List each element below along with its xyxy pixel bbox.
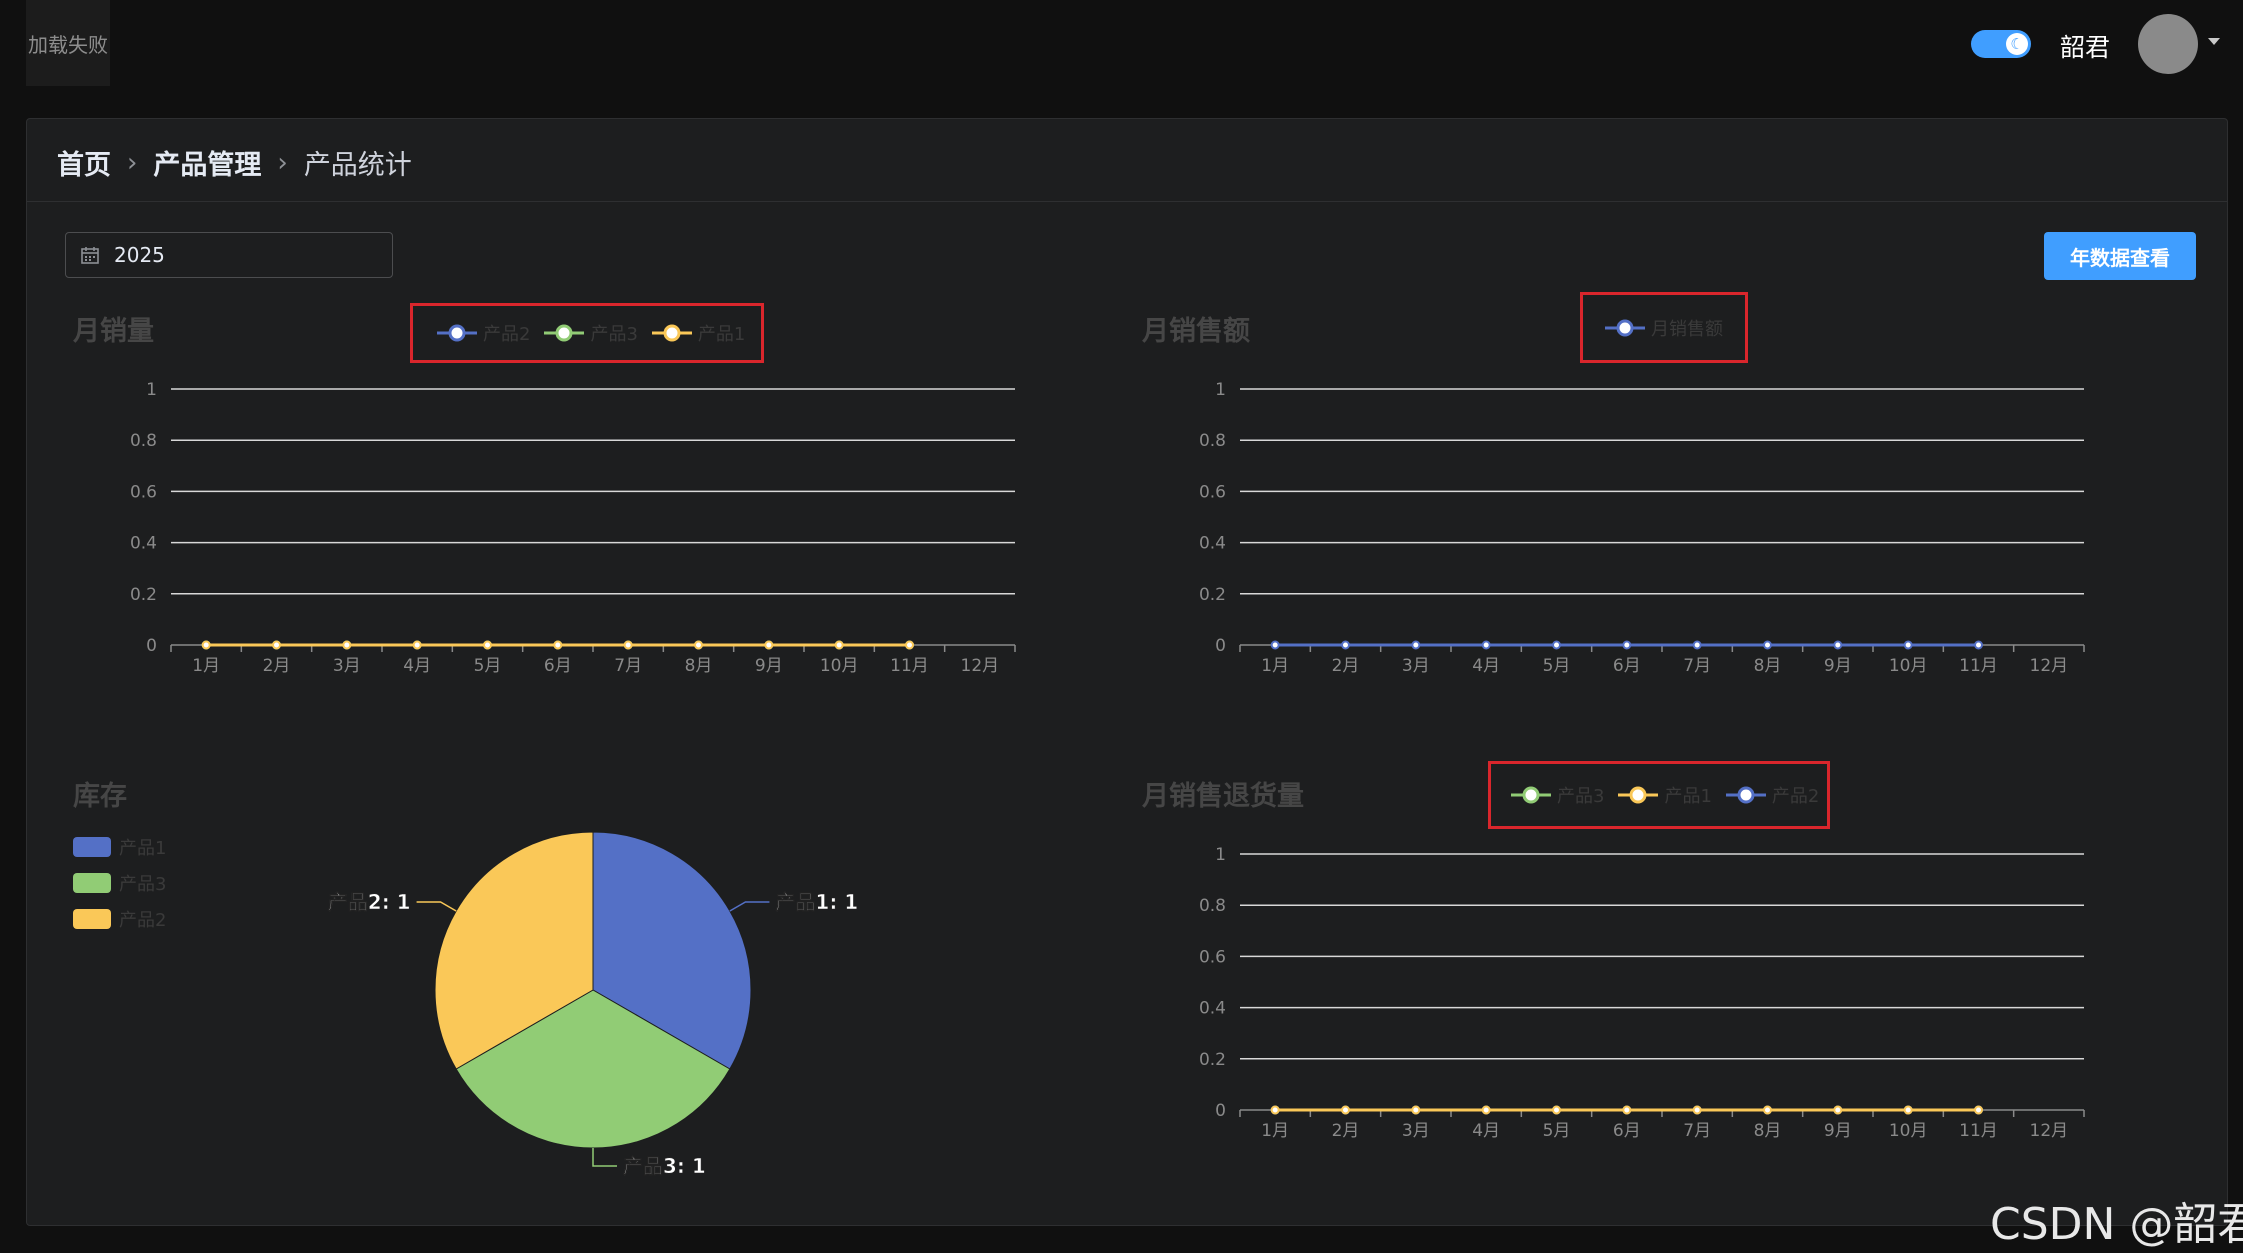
- theme-toggle[interactable]: ☾: [1971, 30, 2031, 58]
- x-tick-label: 10月: [1889, 1121, 1928, 1141]
- x-tick-label: 11月: [1959, 1121, 1998, 1141]
- username[interactable]: 韶君: [2060, 28, 2110, 64]
- data-point[interactable]: [1692, 1105, 1702, 1115]
- data-point[interactable]: [1552, 1105, 1561, 1115]
- x-tick-label: 4月: [1472, 1121, 1500, 1141]
- data-point[interactable]: [1974, 1105, 1983, 1115]
- x-tick-label: 9月: [1824, 1121, 1852, 1141]
- x-tick-label: 8月: [1754, 1121, 1782, 1141]
- x-tick-label: 7月: [1683, 1121, 1711, 1141]
- x-tick-label: 5月: [1543, 1121, 1571, 1141]
- x-tick-label: 2月: [1332, 1121, 1360, 1141]
- y-tick-label: 0.4: [1199, 999, 1226, 1019]
- y-tick-label: 0.6: [1199, 947, 1226, 967]
- x-tick-label: 1月: [1261, 1121, 1289, 1141]
- logo: 加载失败: [26, 0, 110, 86]
- x-tick-label: 3月: [1402, 1121, 1430, 1141]
- data-point[interactable]: [1833, 1105, 1843, 1115]
- data-point[interactable]: [1270, 1105, 1280, 1115]
- y-tick-label: 0.2: [1199, 1050, 1226, 1070]
- data-point[interactable]: [1341, 1105, 1350, 1115]
- x-tick-label: 12月: [2030, 1121, 2069, 1141]
- data-point[interactable]: [1481, 1105, 1491, 1115]
- x-tick-label: 6月: [1613, 1121, 1641, 1141]
- y-tick-label: 0.8: [1199, 896, 1226, 916]
- data-point[interactable]: [1622, 1105, 1632, 1115]
- top-bar: 加载失败 ☾ 韶君: [0, 0, 2243, 118]
- y-tick-label: 0: [1215, 1101, 1226, 1121]
- data-point[interactable]: [1903, 1105, 1913, 1115]
- avatar[interactable]: [2138, 14, 2198, 74]
- line-chart-monthly-returns: 00.20.40.60.811月 2月 3月 4月 5月 6月 7月 8月 9月 10月 11月 12…: [1199, 845, 2085, 1141]
- moon-icon: ☾: [2006, 33, 2028, 55]
- main-card: 首页 › 产品管理 › 产品统计 年数据查看 月销量 产品2产品3产品1 00.…: [26, 118, 2228, 1226]
- watermark: CSDN @韶君: [1990, 1199, 2243, 1250]
- data-point[interactable]: [1411, 1105, 1421, 1115]
- y-tick-label: 1: [1215, 845, 1226, 865]
- caret-down-icon[interactable]: [2208, 38, 2220, 45]
- data-point[interactable]: [1763, 1105, 1772, 1115]
